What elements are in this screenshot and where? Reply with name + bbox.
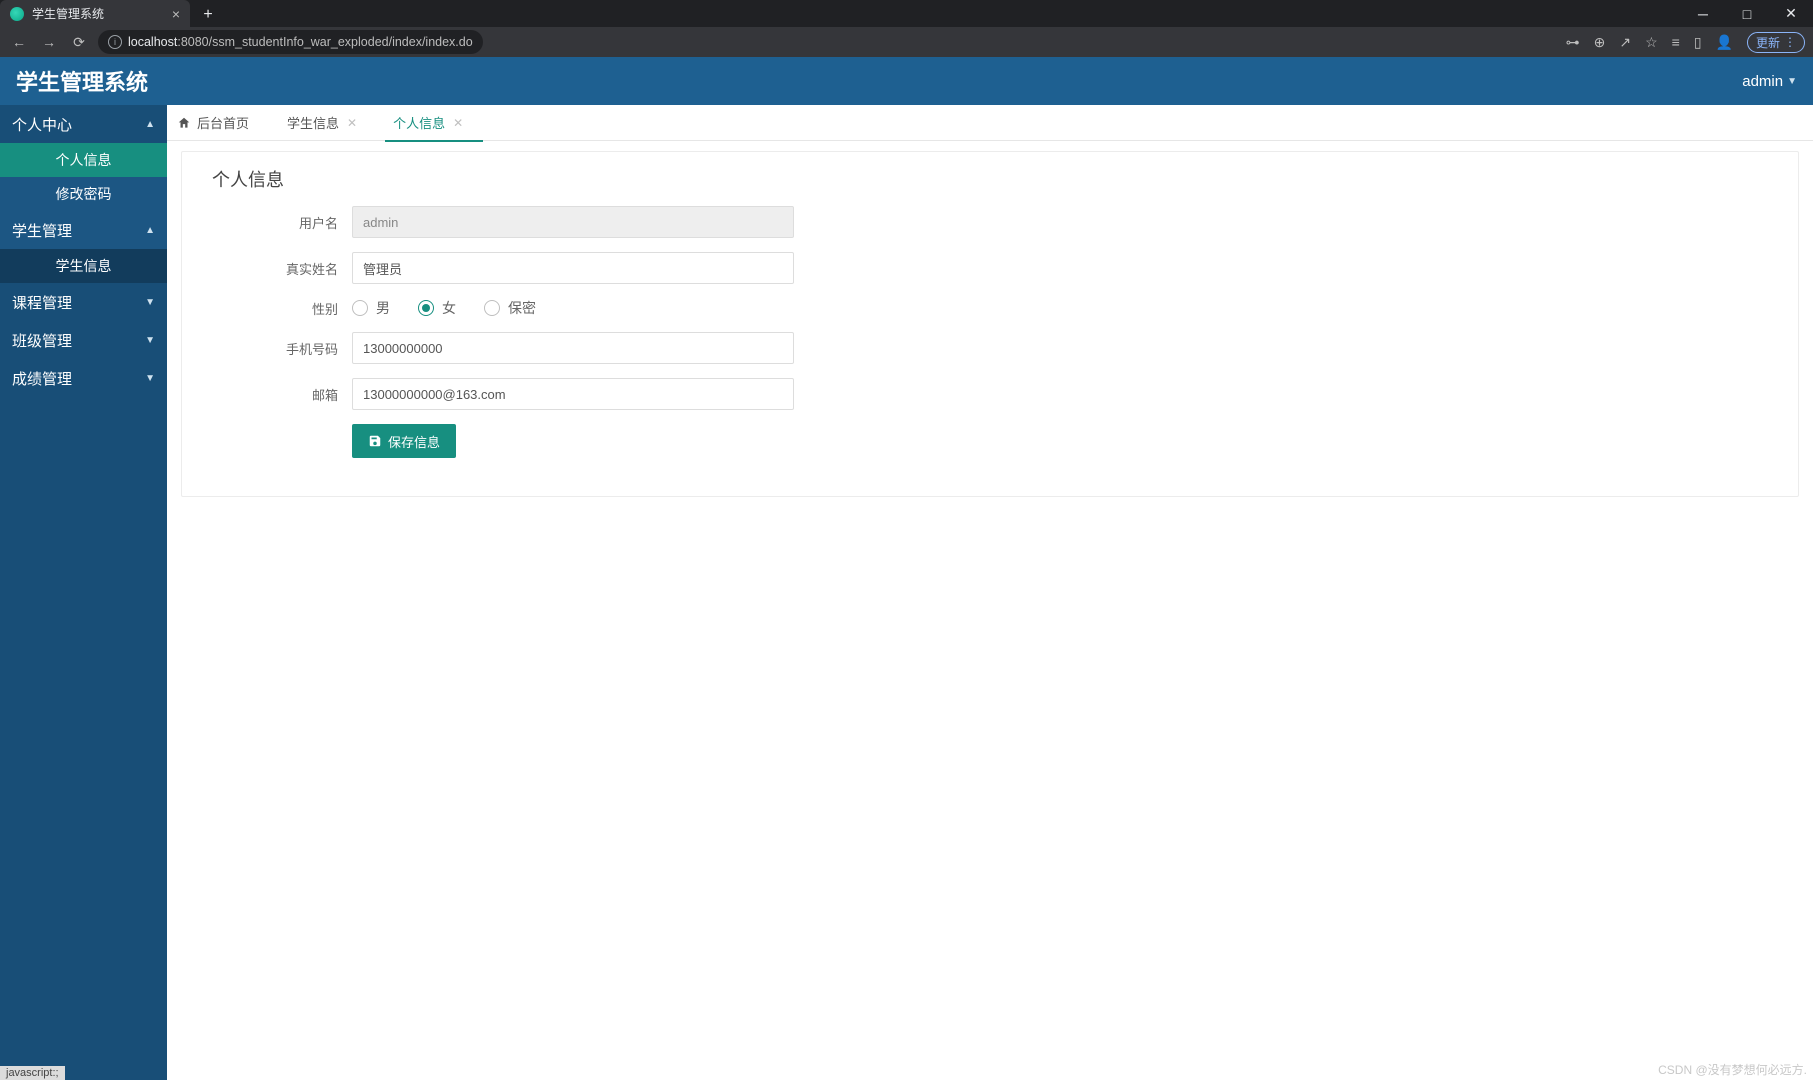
chevron-down-icon: ▼ xyxy=(1787,76,1797,87)
panel-personal-info: 个人信息 用户名 真实姓名 性别 xyxy=(181,151,1799,497)
nav-forward-button[interactable]: → xyxy=(38,31,60,53)
radio-icon xyxy=(484,300,500,316)
tab-label: 个人信息 xyxy=(393,113,445,132)
profile-icon[interactable]: 👤 xyxy=(1716,34,1733,51)
address-bar[interactable]: i localhost:8080/ssm_studentInfo_war_exp… xyxy=(98,30,483,54)
toolbar-right: ⊶ ⊕ ↗ ☆ ≡ ▯ 👤 更新 ⋮ xyxy=(1566,32,1805,53)
tab-label: 学生信息 xyxy=(287,113,339,132)
browser-tab-title: 学生管理系统 xyxy=(32,5,104,22)
window-minimize-button[interactable]: ─ xyxy=(1681,0,1725,27)
sidebar-item-personal-info[interactable]: 个人信息 xyxy=(0,143,167,177)
kebab-icon: ⋮ xyxy=(1784,35,1796,49)
row-username: 用户名 xyxy=(202,206,1778,238)
chevron-up-icon: ▲ xyxy=(145,225,155,236)
url-host: localhost xyxy=(128,35,177,49)
site-info-icon[interactable]: i xyxy=(108,35,122,49)
browser-tab[interactable]: 学生管理系统 × xyxy=(0,0,190,27)
user-name: admin xyxy=(1742,73,1783,90)
radio-gender-female[interactable]: 女 xyxy=(418,298,456,318)
radio-icon xyxy=(352,300,368,316)
browser-toolbar: ← → ⟳ i localhost:8080/ssm_studentInfo_w… xyxy=(0,27,1813,57)
key-icon[interactable]: ⊶ xyxy=(1566,34,1580,51)
radio-gender-secret[interactable]: 保密 xyxy=(484,298,536,318)
sidebar-group-class[interactable]: 班级管理 ▼ xyxy=(0,321,167,359)
sidebar-item-student-info[interactable]: 学生信息 xyxy=(0,249,167,283)
new-tab-button[interactable]: + xyxy=(196,3,220,27)
share-icon[interactable]: ↗ xyxy=(1619,34,1631,51)
radio-gender-male[interactable]: 男 xyxy=(352,298,390,318)
label-phone: 手机号码 xyxy=(202,339,352,358)
sidebar-group-label: 个人中心 xyxy=(12,114,72,135)
browser-tabstrip: 学生管理系统 × + ─ □ ✕ xyxy=(0,0,1813,27)
user-menu[interactable]: admin ▼ xyxy=(1742,73,1797,90)
input-username xyxy=(352,206,794,238)
tab-personal-info[interactable]: 个人信息 ✕ xyxy=(391,105,465,141)
input-realname[interactable] xyxy=(352,252,794,284)
chevron-down-icon: ▼ xyxy=(145,297,155,308)
panel-title: 个人信息 xyxy=(202,160,1778,206)
zoom-icon[interactable]: ⊕ xyxy=(1594,34,1606,51)
panel-icon[interactable]: ▯ xyxy=(1694,34,1702,51)
radio-group-gender: 男 女 保密 xyxy=(352,298,794,318)
chevron-up-icon: ▲ xyxy=(145,119,155,130)
row-submit: 保存信息 xyxy=(202,424,1778,458)
sidebar: 个人中心 ▲ 个人信息 修改密码 学生管理 ▲ 学生信息 课程管理 ▼ 班级管理… xyxy=(0,105,167,1080)
input-phone[interactable] xyxy=(352,332,794,364)
radio-label: 保密 xyxy=(508,298,536,318)
tab-student-info[interactable]: 学生信息 ✕ xyxy=(285,105,359,141)
update-label: 更新 xyxy=(1756,34,1780,51)
app-title: 学生管理系统 xyxy=(16,65,148,97)
sidebar-group-label: 课程管理 xyxy=(12,292,72,313)
radio-label: 女 xyxy=(442,298,456,318)
label-username: 用户名 xyxy=(202,213,352,232)
app-header: 学生管理系统 admin ▼ xyxy=(0,57,1813,105)
nav-back-button[interactable]: ← xyxy=(8,31,30,53)
row-email: 邮箱 xyxy=(202,378,1778,410)
browser-status-bar: javascript:; xyxy=(0,1066,65,1080)
browser-update-button[interactable]: 更新 ⋮ xyxy=(1747,32,1805,53)
tabbar: 后台首页 学生信息 ✕ 个人信息 ✕ xyxy=(167,105,1813,141)
row-gender: 性别 男 女 xyxy=(202,298,1778,318)
app-body: 个人中心 ▲ 个人信息 修改密码 学生管理 ▲ 学生信息 课程管理 ▼ 班级管理… xyxy=(0,105,1813,1080)
tab-close-icon[interactable]: ✕ xyxy=(453,116,463,130)
radio-label: 男 xyxy=(376,298,390,318)
sidebar-group-label: 成绩管理 xyxy=(12,368,72,389)
window-maximize-button[interactable]: □ xyxy=(1725,0,1769,27)
sidebar-group-label: 学生管理 xyxy=(12,220,72,241)
nav-reload-button[interactable]: ⟳ xyxy=(68,31,90,53)
bookmark-icon[interactable]: ☆ xyxy=(1645,34,1658,51)
chevron-down-icon: ▼ xyxy=(145,373,155,384)
home-icon xyxy=(177,116,191,130)
readinglist-icon[interactable]: ≡ xyxy=(1672,34,1680,50)
main: 后台首页 学生信息 ✕ 个人信息 ✕ 个人信息 用户名 xyxy=(167,105,1813,1080)
window-close-button[interactable]: ✕ xyxy=(1769,0,1813,27)
save-button[interactable]: 保存信息 xyxy=(352,424,456,458)
favicon-icon xyxy=(10,7,24,21)
input-email[interactable] xyxy=(352,378,794,410)
browser-chrome: 学生管理系统 × + ─ □ ✕ ← → ⟳ i localhost:8080/… xyxy=(0,0,1813,57)
chevron-down-icon: ▼ xyxy=(145,335,155,346)
tab-close-icon[interactable]: × xyxy=(172,6,180,22)
label-realname: 真实姓名 xyxy=(202,259,352,278)
sidebar-group-student[interactable]: 学生管理 ▲ xyxy=(0,211,167,249)
sidebar-group-label: 班级管理 xyxy=(12,330,72,351)
window-controls: ─ □ ✕ xyxy=(1681,0,1813,27)
radio-icon xyxy=(418,300,434,316)
sidebar-group-score[interactable]: 成绩管理 ▼ xyxy=(0,359,167,397)
panel-wrap: 个人信息 用户名 真实姓名 性别 xyxy=(167,141,1813,507)
sidebar-group-course[interactable]: 课程管理 ▼ xyxy=(0,283,167,321)
tab-home-label: 后台首页 xyxy=(197,113,249,132)
row-realname: 真实姓名 xyxy=(202,252,1778,284)
tab-close-icon[interactable]: ✕ xyxy=(347,116,357,130)
sidebar-group-personal[interactable]: 个人中心 ▲ xyxy=(0,105,167,143)
label-email: 邮箱 xyxy=(202,385,352,404)
url-path: :8080/ssm_studentInfo_war_exploded/index… xyxy=(177,35,472,49)
save-button-label: 保存信息 xyxy=(388,432,440,451)
row-phone: 手机号码 xyxy=(202,332,1778,364)
sidebar-item-change-password[interactable]: 修改密码 xyxy=(0,177,167,211)
save-icon xyxy=(368,434,382,448)
label-gender: 性别 xyxy=(202,299,352,318)
tab-home[interactable]: 后台首页 xyxy=(173,113,253,132)
